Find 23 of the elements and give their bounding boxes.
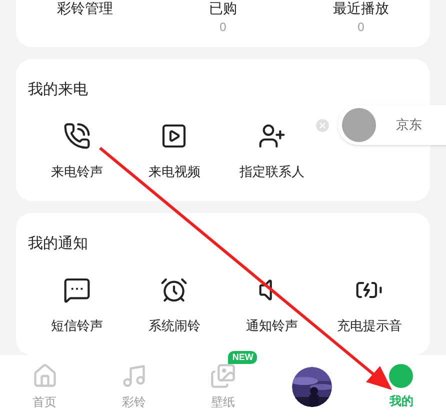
floating-ad[interactable]: 京东 [338,105,446,145]
play-icon[interactable] [160,122,188,150]
alarm-clock-icon[interactable] [160,276,188,304]
summary-label[interactable]: 已购 [209,0,237,16]
function-label[interactable]: 短信铃声 [50,316,103,336]
function-label[interactable]: 充电提示音 [336,316,402,336]
summary-label[interactable]: 彩铃管理 [57,0,113,16]
new-badge: NEW [228,350,258,364]
function-label[interactable]: 指定联系人 [239,162,304,182]
function-label[interactable]: 系统闹铃 [148,316,200,336]
section-title: 我的来电 [28,80,89,100]
summary-label[interactable]: 最近播放 [333,0,389,16]
summary-count: 0 [358,20,364,34]
function-label[interactable]: 来电铃声 [50,162,103,182]
phone-icon[interactable] [62,122,91,150]
function-label[interactable]: 来电视频 [148,162,200,182]
summary-count: 0 [220,20,226,34]
add-user-icon[interactable] [258,122,286,150]
function-label[interactable]: 通知铃声 [246,316,298,336]
ad-avatar [342,108,376,142]
ad-label: 京东 [396,116,422,134]
section-title: 我的通知 [28,234,89,254]
message-icon[interactable] [62,276,91,304]
